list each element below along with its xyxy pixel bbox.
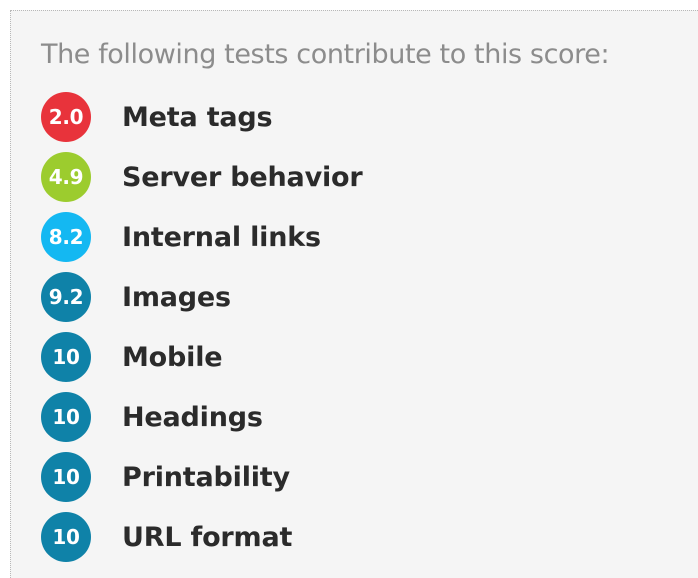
- test-label: URL format: [122, 521, 293, 553]
- test-item-meta-tags: 2.0 Meta tags: [41, 87, 363, 147]
- score-badge: 10: [41, 452, 91, 502]
- score-badge: 8.2: [41, 212, 91, 262]
- test-label: Meta tags: [122, 101, 273, 133]
- test-item-mobile: 10 Mobile: [41, 327, 363, 387]
- test-item-headings: 10 Headings: [41, 387, 363, 447]
- test-label: Internal links: [122, 221, 321, 253]
- score-badge: 9.2: [41, 272, 91, 322]
- score-breakdown-panel: The following tests contribute to this s…: [10, 10, 698, 578]
- test-label: Images: [122, 281, 231, 313]
- test-label: Headings: [122, 401, 263, 433]
- test-item-images: 9.2 Images: [41, 267, 363, 327]
- test-item-internal-links: 8.2 Internal links: [41, 207, 363, 267]
- test-item-url-format: 10 URL format: [41, 507, 363, 567]
- test-label: Printability: [122, 461, 290, 493]
- test-label: Mobile: [122, 341, 223, 373]
- test-label: Server behavior: [122, 161, 363, 193]
- score-badge: 10: [41, 392, 91, 442]
- test-list: 2.0 Meta tags 4.9 Server behavior 8.2 In…: [41, 87, 363, 567]
- score-badge: 4.9: [41, 152, 91, 202]
- test-item-printability: 10 Printability: [41, 447, 363, 507]
- score-badge: 10: [41, 332, 91, 382]
- score-badge: 2.0: [41, 92, 91, 142]
- score-badge: 10: [41, 512, 91, 562]
- test-item-server-behavior: 4.9 Server behavior: [41, 147, 363, 207]
- tests-intro-text: The following tests contribute to this s…: [41, 39, 610, 70]
